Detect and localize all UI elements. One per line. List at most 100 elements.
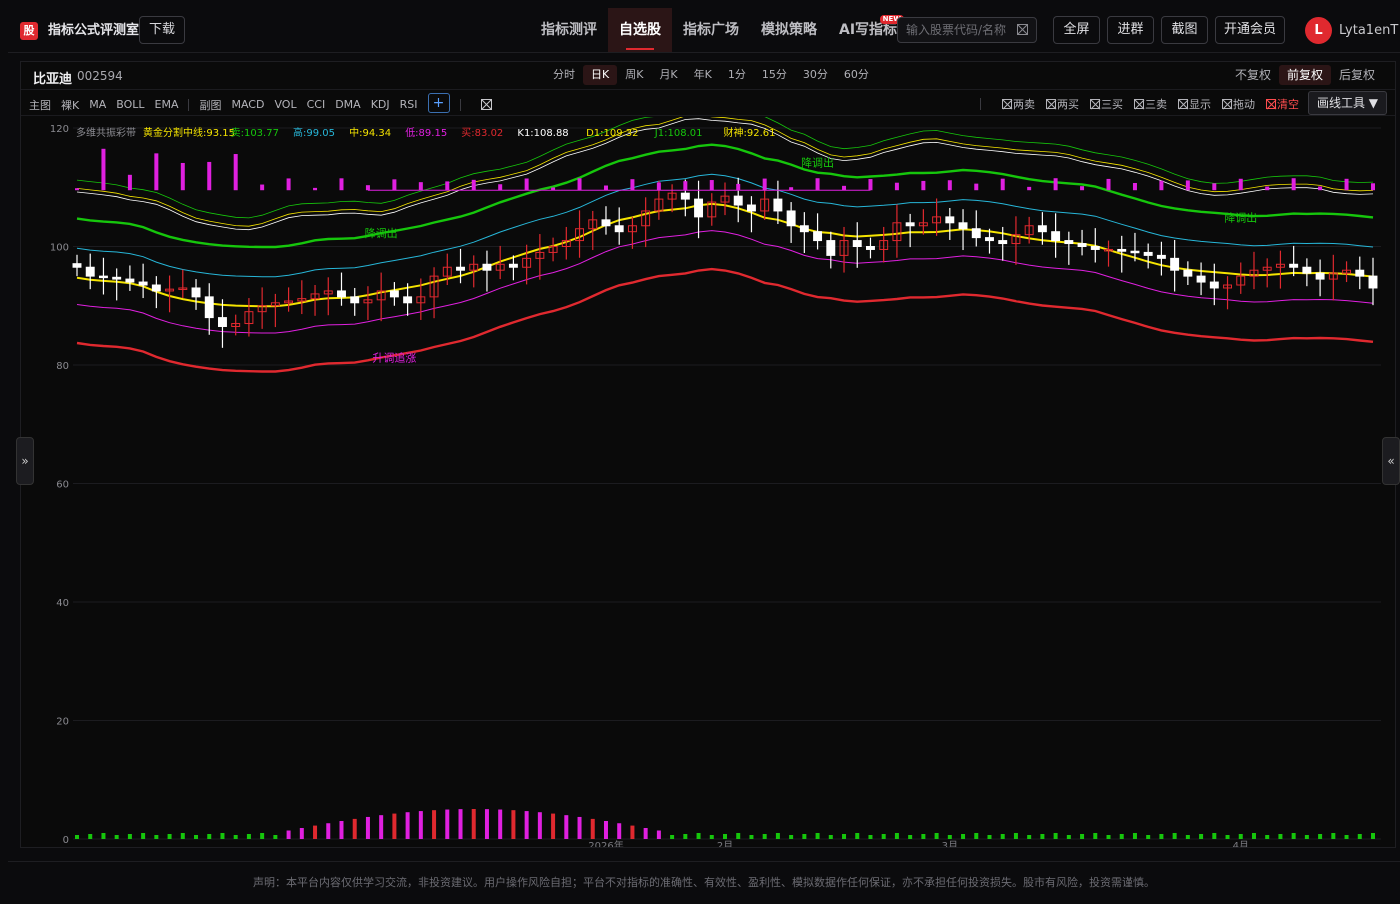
resonance-bar	[180, 162, 185, 191]
volume-bar	[1093, 833, 1098, 839]
resonance-bar	[207, 161, 212, 191]
indicator-rsi[interactable]: RSI	[400, 98, 418, 111]
download-button[interactable]: 下载	[139, 16, 185, 44]
volume-bar	[1040, 834, 1045, 839]
resonance-bar	[1344, 178, 1349, 191]
grid	[73, 127, 1381, 840]
candle-body	[337, 290, 346, 298]
draw-tools-button[interactable]: 画线工具 ▼	[1308, 91, 1387, 115]
sub-chart-label: 副图	[199, 98, 222, 112]
candle-body	[98, 275, 108, 279]
candle-body	[773, 198, 783, 212]
candle-body	[1037, 225, 1047, 233]
stock-code: 002594	[77, 69, 123, 83]
candle-body	[72, 263, 82, 268]
volume-bar	[603, 821, 608, 839]
indicator-ma[interactable]: MA	[89, 98, 106, 111]
indicator-vol[interactable]: VOL	[274, 98, 296, 111]
candle-body	[125, 278, 135, 283]
join-group-button[interactable]: 进群	[1107, 16, 1154, 44]
tab-no-adjust[interactable]: 不复权	[1227, 65, 1279, 85]
tab-forward-adjust[interactable]: 前复权	[1278, 65, 1331, 85]
tab-period-daily[interactable]: 日K	[583, 65, 618, 85]
signal-toggle-three-buy[interactable]: 三买	[1090, 96, 1123, 112]
candle-body	[1289, 263, 1299, 268]
nav-item-watchlist[interactable]: 自选股	[608, 8, 672, 52]
nav-item-sim-strategy[interactable]: 模拟策略	[750, 8, 828, 52]
tab-period-weekly[interactable]: 周K	[617, 65, 651, 85]
volume-bar	[908, 835, 913, 839]
search-clear-icon[interactable]	[1017, 24, 1028, 35]
indicator-macd[interactable]: MACD	[231, 98, 264, 111]
indicator-kdj[interactable]: KDJ	[371, 98, 390, 111]
nav-item-indicator-review[interactable]: 指标测评	[530, 8, 608, 52]
candle-body	[112, 276, 122, 280]
volume-bar	[921, 834, 926, 839]
volume-bar	[326, 823, 331, 839]
resonance-bar	[260, 184, 265, 191]
signal-clear-button[interactable]: 清空	[1266, 96, 1299, 112]
resonance-bar	[498, 184, 503, 191]
nav-item-indicator-square[interactable]: 指标广场	[672, 8, 750, 52]
volume-bar	[868, 835, 873, 839]
fullscreen-button[interactable]: 全屏	[1053, 16, 1100, 44]
signal-toggle-two-buy[interactable]: 两买	[1046, 96, 1079, 112]
candle-body	[508, 263, 518, 268]
volume-bar	[180, 833, 185, 839]
resonance-bar	[683, 181, 688, 191]
indicator-raw-k[interactable]: 裸K	[61, 97, 79, 113]
indicator-cci[interactable]: CCI	[307, 98, 326, 111]
signal-toggle-show[interactable]: 显示	[1178, 96, 1211, 112]
volume-bar	[1238, 834, 1243, 839]
candle-body	[998, 240, 1008, 245]
signal-toggle-two-sell[interactable]: 两卖	[1002, 96, 1035, 112]
signal-annotation: 降调出	[1224, 210, 1257, 224]
tab-period-1min[interactable]: 1分	[720, 65, 754, 85]
checkbox-icon	[1222, 99, 1232, 109]
indicator-ema[interactable]: EMA	[155, 98, 179, 111]
volume-bar	[1106, 835, 1111, 839]
close-indicator-icon[interactable]	[480, 99, 492, 110]
stock-search-input[interactable]	[906, 22, 1016, 38]
add-indicator-button[interactable]: +	[427, 93, 450, 113]
checkbox-icon	[1090, 99, 1100, 109]
username[interactable]: Lyta1enT	[1339, 22, 1398, 40]
indicator-bands	[76, 117, 1374, 373]
resonance-bar	[894, 182, 899, 191]
tab-period-intraday[interactable]: 分时	[545, 65, 583, 85]
candle-body	[1196, 275, 1206, 283]
tab-period-60min[interactable]: 60分	[836, 65, 877, 85]
legend-entry: 黄金分割中线:93.15	[143, 126, 235, 139]
main-chart-label: 主图	[29, 98, 51, 112]
screenshot-button[interactable]: 截图	[1161, 16, 1208, 44]
resonance-bar	[868, 179, 873, 191]
tab-period-yearly[interactable]: 年K	[686, 65, 720, 85]
volume-bar	[524, 811, 529, 839]
left-panel-toggle[interactable]: »	[16, 437, 34, 485]
indicator-dma[interactable]: DMA	[335, 98, 361, 111]
signal-toggle-drag[interactable]: 拖动	[1222, 96, 1255, 112]
resonance-bar	[1027, 186, 1032, 191]
volume-bar	[1212, 833, 1217, 839]
volume-bar	[1357, 834, 1362, 839]
membership-button[interactable]: 开通会员	[1215, 16, 1285, 44]
candle-body	[403, 296, 413, 304]
tab-backward-adjust[interactable]: 后复权	[1331, 65, 1383, 85]
resonance-bar	[1238, 178, 1243, 191]
signal-toggle-three-sell[interactable]: 三卖	[1134, 96, 1167, 112]
candle-body	[786, 210, 796, 227]
tab-period-15min[interactable]: 15分	[754, 65, 795, 85]
divider	[188, 98, 190, 111]
tab-period-30min[interactable]: 30分	[795, 65, 836, 85]
tab-period-monthly[interactable]: 月K	[651, 65, 685, 85]
avatar[interactable]: L	[1305, 17, 1332, 44]
resonance-bar	[1265, 186, 1270, 191]
kline-chart[interactable]: 0 20 40 60 80 100 120 多维共振彩带 黄金分割中线:93.15卖:103.…	[21, 117, 1395, 847]
app-title: 指标公式评测室	[48, 23, 140, 38]
legend-entry: D1:109.32	[586, 128, 638, 139]
volume-bar	[696, 833, 701, 839]
candle-body	[746, 204, 756, 212]
indicator-boll[interactable]: BOLL	[116, 98, 144, 111]
right-panel-toggle[interactable]: «	[1382, 437, 1400, 485]
volume-bar	[379, 815, 384, 839]
